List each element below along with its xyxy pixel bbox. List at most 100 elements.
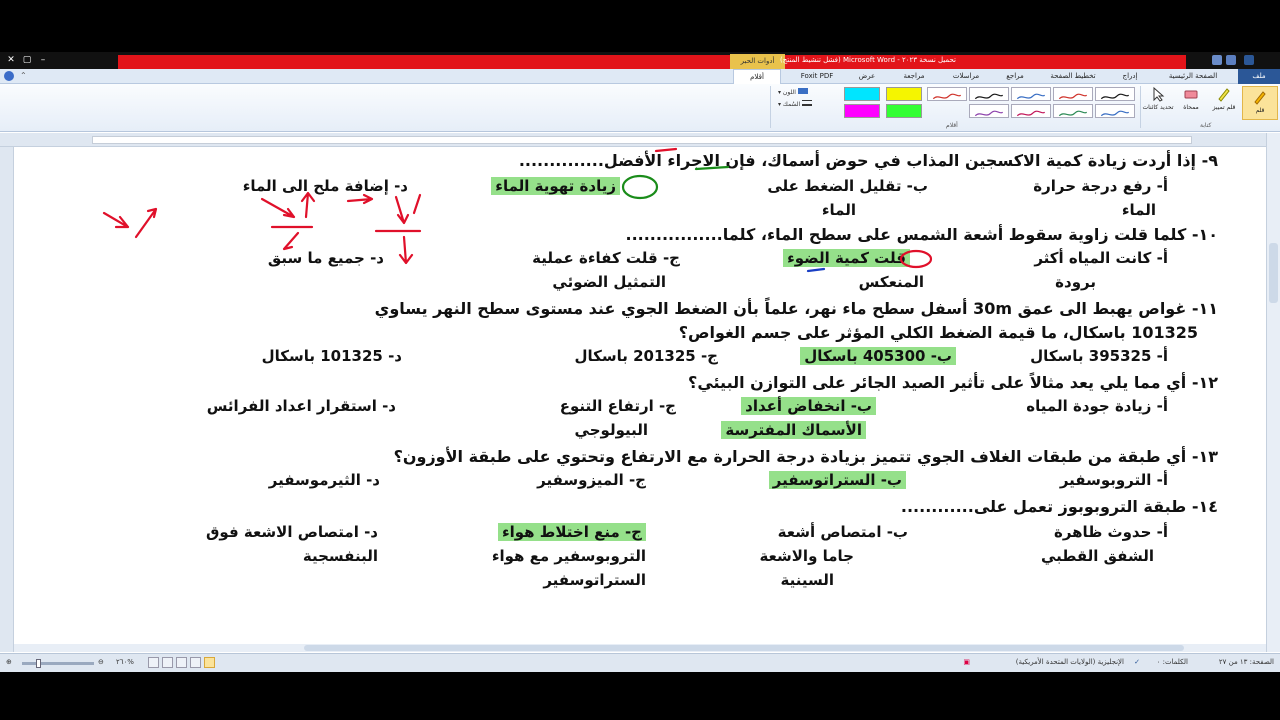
document-page[interactable]: ٩- إذا أردت زيادة كمية الاكسجين المذاب ف…	[16, 147, 1264, 643]
maximize-icon[interactable]: ▢	[20, 54, 34, 66]
question-11-stem-cont: 101325 باسكال، ما قيمة الضغط الكلي المؤث…	[678, 323, 1198, 342]
zoom-slider-knob[interactable]	[36, 659, 41, 668]
tab-view[interactable]: عرض	[848, 69, 886, 84]
zoom-in-icon[interactable]: ⊕	[6, 658, 12, 666]
q9-option-c-highlighted: زيادة تهوية الماء	[491, 177, 620, 195]
view-draft-button[interactable]	[148, 657, 159, 668]
close-icon[interactable]: ✕	[4, 54, 18, 66]
language-indicator[interactable]: الإنجليزية (الولايات المتحدة الأمريكية)	[1016, 658, 1124, 666]
pen-preset[interactable]	[927, 87, 967, 101]
macro-record-icon[interactable]: ▣	[963, 658, 970, 666]
q10-option-b-highlighted: قلت كمية الضوء	[783, 249, 910, 267]
q12-option-b-highlighted: ب- انخفاض أعداد	[741, 397, 876, 415]
q9-option-a-cont: الماء	[1121, 201, 1156, 219]
pen-preset[interactable]	[1053, 104, 1093, 118]
highlighter-button-label: قلم تمييز	[1212, 104, 1236, 111]
q11-option-d: د- 101325 باسكال	[261, 347, 402, 365]
view-full-screen-button[interactable]	[190, 657, 201, 668]
page-count[interactable]: الصفحة: ١٣ من ٢٧	[1219, 658, 1274, 666]
q12-option-a: أ- زيادة جودة المياه	[1026, 397, 1168, 415]
title-highlight-bar	[118, 55, 1186, 69]
title-bar: أدوات الحبر تحميل نسخة ٢٠٢٣ - Microsoft …	[0, 52, 1280, 69]
zoom-out-icon[interactable]: ⊖	[98, 658, 104, 666]
q14-option-a: أ- حدوث ظاهرة	[1053, 523, 1168, 541]
horizontal-ruler[interactable]	[0, 133, 1280, 147]
pen-color-dropdown[interactable]: اللون ▾	[778, 88, 808, 96]
q9-option-b-cont: الماء	[821, 201, 856, 219]
highlighter-preset[interactable]	[886, 104, 922, 118]
tab-home[interactable]: الصفحة الرئيسية	[1152, 69, 1234, 84]
eraser-icon	[1184, 90, 1198, 99]
vertical-ruler[interactable]	[0, 147, 14, 652]
tab-file[interactable]: ملف	[1238, 69, 1280, 84]
ink-arrow-2	[134, 207, 158, 239]
pen-preset[interactable]	[1053, 87, 1093, 101]
ink-arrow-3	[260, 197, 296, 219]
horizontal-scrollbar[interactable]	[14, 644, 1266, 652]
eraser-button[interactable]: ممحاة	[1176, 86, 1206, 111]
highlighter-preset[interactable]	[844, 104, 880, 118]
tab-mailings[interactable]: مراسلات	[940, 69, 992, 84]
q14-option-c-highlighted: ج- منع اختلاط هواء	[497, 523, 646, 541]
q14-option-b-cont2: السينية	[780, 571, 834, 589]
pen-thickness-dropdown[interactable]: السُمك ▾	[778, 100, 813, 108]
group-separator	[770, 86, 771, 128]
pen-preset[interactable]	[1011, 104, 1051, 118]
vertical-scrollbar[interactable]	[1266, 133, 1280, 652]
pen-preset[interactable]	[1095, 87, 1135, 101]
vertical-scroll-thumb[interactable]	[1269, 243, 1278, 303]
q10-option-b-cont: المنعكس	[858, 273, 924, 291]
ink-underline-q10	[806, 267, 826, 273]
ink-arrow-9	[412, 193, 422, 215]
zoom-level[interactable]: ٢٦٠%	[116, 658, 134, 666]
pen-icon	[1254, 91, 1266, 105]
pen-preset[interactable]	[1095, 104, 1135, 118]
tab-pens[interactable]: أقلام	[733, 69, 781, 84]
collapse-ribbon-icon[interactable]: ⌃	[20, 71, 27, 80]
highlighter-preset[interactable]	[886, 87, 922, 101]
view-outline-button[interactable]	[162, 657, 173, 668]
q14-option-d-cont: البنفسجية	[302, 547, 378, 565]
select-objects-label: تحديد كائنات	[1142, 104, 1174, 111]
pen-button[interactable]: قلم	[1242, 86, 1278, 120]
highlighter-button[interactable]: قلم تمييز	[1208, 86, 1240, 111]
q14-option-b-cont: جاما والاشعة	[759, 547, 854, 565]
help-icon[interactable]	[4, 71, 14, 81]
undo-icon[interactable]	[1212, 55, 1222, 65]
tab-page-layout[interactable]: تخطيط الصفحة	[1040, 69, 1106, 84]
save-icon[interactable]	[1226, 55, 1236, 65]
tab-references[interactable]: مراجع	[996, 69, 1034, 84]
zoom-slider[interactable]	[22, 659, 94, 668]
ink-arrow-5	[282, 231, 300, 251]
ink-arrow-1	[102, 211, 130, 229]
word-count[interactable]: الكلمات: ٠	[1157, 658, 1188, 666]
contextual-tab-ink-tools: أدوات الحبر	[730, 54, 785, 69]
q10-option-a: أ- كانت المياه أكثر	[1034, 249, 1168, 267]
highlighter-preset[interactable]	[844, 87, 880, 101]
writing-group-label: كتابة	[1200, 122, 1212, 129]
tab-foxit-pdf[interactable]: Foxit PDF	[793, 69, 841, 84]
view-web-layout-button[interactable]	[176, 657, 187, 668]
word-window: أدوات الحبر تحميل نسخة ٢٠٢٣ - Microsoft …	[0, 52, 1280, 672]
pen-preset[interactable]	[969, 87, 1009, 101]
q14-option-c-cont: التروبوسفير مع هواء	[491, 547, 646, 565]
cursor-arrow-icon	[1153, 86, 1165, 102]
select-objects-button[interactable]: تحديد كائنات	[1142, 86, 1174, 111]
tab-insert[interactable]: إدراج	[1110, 69, 1150, 84]
proofing-icon[interactable]: ✓	[1134, 658, 1140, 666]
q11-option-b-highlighted: ب- 405300 باسكال	[800, 347, 956, 365]
horizontal-scroll-thumb[interactable]	[304, 645, 1184, 651]
q10-option-c: ج- قلت كفاءة عملية	[532, 249, 680, 267]
pen-preset[interactable]	[969, 104, 1009, 118]
q9-option-d: د- إضافة ملح الى الماء	[242, 177, 408, 195]
ruler-text-area	[92, 136, 1192, 144]
tab-review[interactable]: مراجعة	[890, 69, 938, 84]
pen-preset[interactable]	[1011, 87, 1051, 101]
minimize-icon[interactable]: –	[36, 54, 50, 66]
q13-option-b-highlighted: ب- الستراتوسفير	[768, 471, 906, 489]
question-11-stem: ١١- غواص يهبط الى عمق 30m أسفل سطح ماء ن…	[374, 299, 1218, 318]
q12-option-c-cont: البيولوجي	[574, 421, 648, 439]
view-print-layout-button[interactable]	[204, 657, 215, 668]
q14-option-d: د- امتصاص الاشعة فوق	[206, 523, 378, 541]
q13-option-d: د- الثيرموسفير	[268, 471, 380, 489]
